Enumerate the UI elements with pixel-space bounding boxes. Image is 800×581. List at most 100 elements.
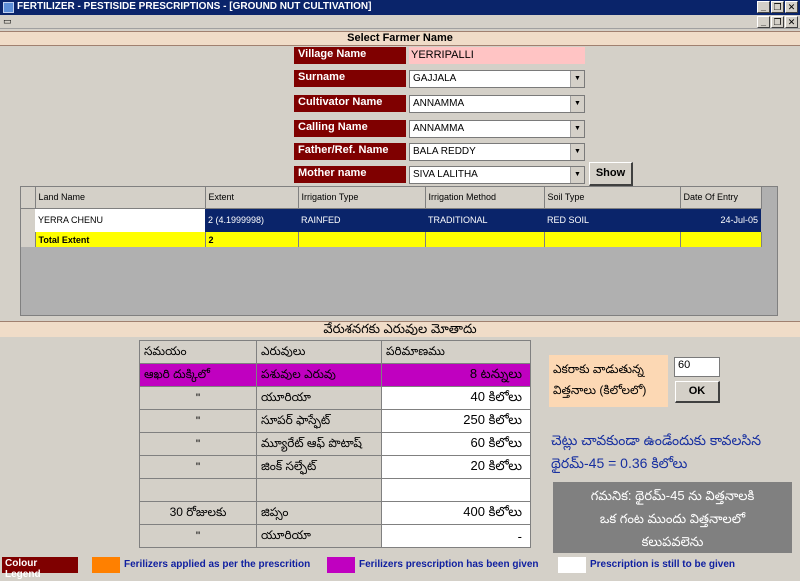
table-row[interactable]: " యూరియా 40 కిలోలు [139,386,531,410]
select-farmer-header: Select Farmer Name [0,31,800,46]
father-value: BALA REDDY [413,146,476,157]
calling-dropdown[interactable]: ANNAMMA ▼ [409,120,585,138]
cell-soil-type[interactable]: RED SOIL [544,208,680,232]
father-dropdown[interactable]: BALA REDDY ▼ [409,143,585,161]
village-value: YERRIPALLI [409,47,585,64]
cell-time: 30 రోజులకు [139,501,257,525]
cell-amount [381,478,531,502]
cell-fertilizer: యూరియా [256,386,382,410]
cultivator-value: ANNAMMA [413,98,465,109]
mother-value: SIVA LALITHA [413,169,478,180]
father-label: Father/Ref. Name [294,143,406,160]
ok-button[interactable]: OK [675,381,720,403]
cell-time: " [139,524,257,548]
total-extent-label: Total Extent [35,232,206,247]
table-row[interactable]: " యూరియా - [139,524,531,548]
surname-dropdown[interactable]: GAJJALA ▼ [409,70,585,88]
show-button[interactable]: Show [589,162,633,186]
cell-amount: 20 కిలోలు [381,455,531,479]
col-date-of-entry[interactable]: Date Of Entry [680,187,762,209]
cell-amount: 40 కిలోలు [381,386,531,410]
cell-amount: - [381,524,531,548]
grid-header-row: Land Name Extent Irrigation Type Irrigat… [21,187,762,209]
child-restore-button[interactable]: ❐ [771,16,784,28]
row-selector [21,232,36,247]
grid-row-selector-header [21,187,36,209]
minimize-button[interactable]: _ [757,1,770,13]
total-extent-value: 2 [205,232,299,247]
chevron-down-icon[interactable]: ▼ [570,71,584,87]
table-row[interactable] [139,478,531,502]
fertilizer-dosage-header: వేరుశనగకు ఎరువుల మోతాదు [0,321,800,338]
table-row[interactable]: " సూపర్ ఫాస్ఫేట్ 250 కిలోలు [139,409,531,433]
child-minimize-button[interactable]: _ [757,16,770,28]
cell-irrigation-method[interactable]: TRADITIONAL [425,208,544,232]
chevron-down-icon[interactable]: ▼ [570,144,584,160]
table-row[interactable]: " జింక్ సల్ఫేట్ 20 కిలోలు [139,455,531,479]
cell-irrigation-type[interactable]: RAINFED [298,208,425,232]
table-row[interactable]: YERRA CHENU 2 (4.1999998) RAINFED TRADIT… [21,208,761,232]
cell-extent[interactable]: 2 (4.1999998) [205,208,298,232]
thiram-note-line1: చెట్లు చావకుండా ఉండేందుకు కావలసిన [551,432,762,448]
col-quantity: పరిమాణము [381,340,531,364]
calling-label: Calling Name [294,120,406,137]
cell-date-of-entry[interactable]: 24-Jul-05 [680,208,761,232]
maximize-button[interactable]: ❐ [771,1,784,13]
close-button[interactable]: ✕ [785,1,798,13]
cell-amount: 400 కిలోలు [381,501,531,525]
total-empty-cell [544,232,681,247]
app-icon [3,2,14,13]
legend-title: Colour Legend [2,557,78,580]
cell-fertilizer: జింక్ సల్ఫేట్ [256,455,382,479]
cell-fertilizer: పశువుల ఎరువు [256,363,382,387]
legend-label-given: Ferilizers prescription has been given [355,557,555,573]
col-soil-type[interactable]: Soil Type [544,187,681,209]
mother-label: Mother name [294,166,406,183]
col-land-name[interactable]: Land Name [35,187,206,209]
col-irrigation-type[interactable]: Irrigation Type [298,187,426,209]
table-row[interactable]: " మ్యూరేట్ ఆఫ్ పొటాష్ 60 కిలోలు [139,432,531,456]
seeds-per-acre-input[interactable]: 60 [674,357,720,377]
total-empty-cell [298,232,426,247]
chevron-down-icon[interactable]: ▼ [570,167,584,183]
cell-land-name[interactable]: YERRA CHENU [35,208,205,232]
legend-label-pending: Prescription is still to be given [586,557,798,573]
thiram-note-line2: థైరమ్-45 = 0.36 కిలోలు [551,455,688,471]
cell-fertilizer [256,478,382,502]
village-label: Village Name [294,47,406,64]
seed-note-line1: గమనిక: థైరమ్-45 ను విత్తనాలకి [590,488,755,503]
cultivator-label: Cultivator Name [294,95,406,112]
cell-time [139,478,257,502]
cell-amount: 250 కిలోలు [381,409,531,433]
seed-treatment-note: గమనిక: థైరమ్-45 ను విత్తనాలకి ఒక గంట ముం… [553,482,792,553]
col-irrigation-method[interactable]: Irrigation Method [425,187,545,209]
prescription-header-row: సమయం ఎరువులు పరిమాణము [139,340,531,364]
cell-time: " [139,386,257,410]
legend-swatch-applied [92,557,120,573]
col-extent[interactable]: Extent [205,187,299,209]
table-row[interactable]: 30 రోజులకు జిప్సం 400 కిలోలు [139,501,531,525]
total-empty-cell [680,232,762,247]
child-close-button[interactable]: ✕ [785,16,798,28]
cell-time: ఆఖరి దుక్కిలో [139,363,257,387]
row-selector[interactable] [21,208,35,232]
chevron-down-icon[interactable]: ▼ [570,96,584,112]
document-icon[interactable]: ▭ [3,16,12,27]
chevron-down-icon[interactable]: ▼ [570,121,584,137]
seed-note-line2: ఒక గంట ముందు విత్తనాలలో [599,511,746,526]
cell-time: " [139,432,257,456]
total-extent-row: Total Extent 2 [21,232,762,247]
legend-label-applied: Ferilizers applied as per the prescritio… [120,557,324,573]
thiram-requirement-note: చెట్లు చావకుండా ఉండేందుకు కావలసిన థైరమ్-… [551,429,799,475]
cultivator-dropdown[interactable]: ANNAMMA ▼ [409,95,585,113]
cell-time: " [139,409,257,433]
col-fertilizer: ఎరువులు [256,340,382,364]
table-row[interactable]: ఆఖరి దుక్కిలో పశువుల ఎరువు 8 టన్నులు [139,363,531,387]
mother-dropdown[interactable]: SIVA LALITHA ▼ [409,166,585,184]
window-titlebar: FERTILIZER - PESTISIDE PRESCRIPTIONS - [… [0,0,800,15]
surname-value: GAJJALA [413,73,457,84]
seeds-per-acre-label: ఎకరాకు వాడుతున్న విత్తనాలు (కిలోలలో) [549,355,668,407]
cell-fertilizer: యూరియా [256,524,382,548]
window-title: FERTILIZER - PESTISIDE PRESCRIPTIONS - [… [17,1,372,12]
prescription-table: సమయం ఎరువులు పరిమాణము ఆఖరి దుక్కిలో పశువ… [139,340,531,548]
